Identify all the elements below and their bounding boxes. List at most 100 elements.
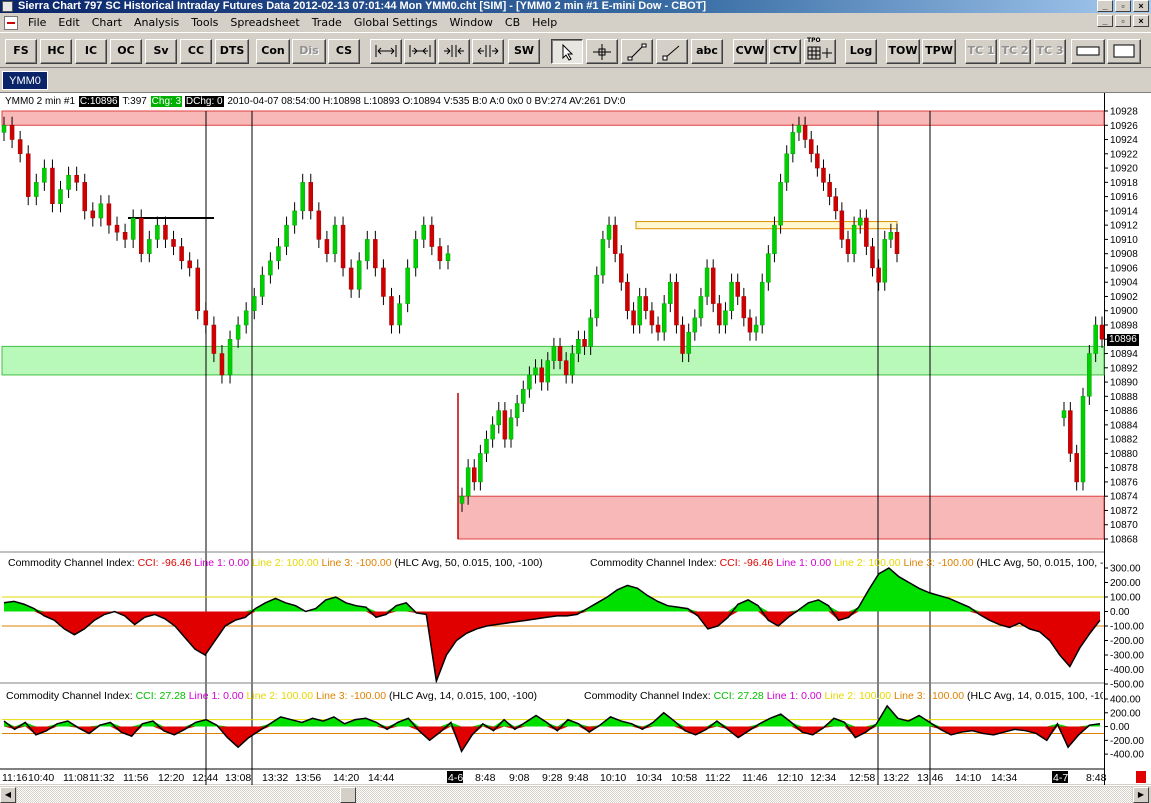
ctv-button[interactable]: CTV (769, 39, 801, 64)
candle-body (413, 239, 418, 269)
candle-body (668, 281, 673, 304)
candle-body (459, 495, 465, 504)
menu-help[interactable]: Help (526, 14, 563, 31)
minimize-button[interactable]: _ (1097, 0, 1113, 12)
tc1-button[interactable]: TC 1 (965, 39, 997, 64)
candle-body (106, 203, 112, 226)
menu-chart[interactable]: Chart (86, 14, 128, 31)
candle-body (429, 224, 435, 247)
oc-button[interactable]: OC (110, 39, 142, 64)
expand-bars-icon[interactable] (472, 39, 504, 64)
horizontal-scrollbar[interactable]: ◀ ▶ (0, 785, 1151, 803)
candle-body (203, 310, 209, 326)
tc2-button[interactable]: TC 2 (999, 39, 1031, 64)
tow-button[interactable]: TOW (886, 39, 920, 64)
menu-cb[interactable]: CB (499, 14, 526, 31)
menu-window[interactable]: Window (444, 14, 499, 31)
cci14-line3: Line 3: -100.00 (316, 690, 387, 702)
log-button[interactable]: Log (845, 39, 877, 64)
cci50-tick-label: -300.00 (1110, 651, 1144, 662)
sv-button[interactable]: Sv (145, 39, 177, 64)
tpo-grid-button[interactable]: TPO (804, 37, 836, 64)
candle-body (729, 281, 734, 311)
price-tick-label: 10918 (1110, 178, 1138, 189)
price-tick-label: 10870 (1110, 520, 1138, 531)
time-tick-label: 9:08 (509, 772, 530, 784)
menu-tools[interactable]: Tools (185, 14, 224, 31)
candle-body (821, 167, 826, 183)
candle-body (521, 388, 526, 404)
candle-body (508, 417, 514, 440)
time-tick-label: 12:58 (849, 772, 875, 784)
cc-button[interactable]: CC (180, 39, 212, 64)
cci14-tick-label: 400.00 (1110, 695, 1141, 706)
candle-body (1087, 353, 1092, 397)
chart-area[interactable]: 10928 10926 10924 10922 10920 10918 10916 10914… (0, 92, 1151, 785)
maximize-button[interactable]: ▫ (1115, 0, 1131, 12)
menu-edit[interactable]: Edit (52, 14, 85, 31)
tc3-button[interactable]: TC 3 (1034, 39, 1066, 64)
candle-body (1099, 324, 1105, 340)
time-tick-label: 8:48 (1086, 772, 1107, 784)
scroll-track[interactable] (17, 787, 1132, 803)
candle-body (741, 296, 747, 319)
line-style-thin-icon[interactable] (1071, 39, 1105, 64)
cci50-title-repeat: Commodity Channel Index: (590, 557, 717, 569)
candle-body (58, 189, 63, 204)
mdi-minimize-button[interactable]: _ (1097, 15, 1113, 27)
price-tick-label: 10880 (1110, 449, 1138, 460)
price-tick-label: 10894 (1110, 349, 1138, 360)
ray-tool-icon[interactable] (656, 39, 688, 64)
menu-analysis[interactable]: Analysis (128, 14, 185, 31)
candle-body (594, 274, 600, 319)
menu-trade[interactable]: Trade (306, 14, 348, 31)
dis-button[interactable]: Dis (292, 39, 326, 64)
ic-button[interactable]: IC (75, 39, 107, 64)
candle-body (484, 438, 489, 454)
price-tick-label: 10874 (1110, 492, 1138, 503)
cs-button[interactable]: CS (328, 39, 360, 64)
candle-body (698, 296, 704, 319)
text-tool-button[interactable]: abc (691, 39, 723, 64)
pointer-tool-icon[interactable] (551, 39, 583, 64)
chart-doc-icon[interactable] (4, 15, 18, 30)
time-tick-label: 10:34 (636, 772, 662, 784)
scroll-thumb[interactable] (340, 787, 356, 803)
price-tick-label: 10910 (1110, 235, 1138, 246)
candle-body (833, 196, 838, 212)
line-tool-icon[interactable] (621, 39, 653, 64)
mdi-restore-button[interactable]: ▫ (1115, 15, 1131, 27)
candle-body (661, 303, 667, 333)
price-tick-label: 10904 (1110, 278, 1138, 289)
candle-body (292, 210, 297, 226)
zoom-out-horizontal-icon[interactable] (370, 39, 402, 64)
cci14-line1-repeat: Line 1: 0.00 (766, 690, 822, 702)
mdi-close-button[interactable]: × (1133, 15, 1149, 27)
menu-bar: File Edit Chart Analysis Tools Spreadshe… (0, 13, 1151, 32)
zoom-in-horizontal-icon[interactable] (404, 39, 436, 64)
close-value-label: C:10896 (78, 96, 119, 107)
menu-global-settings[interactable]: Global Settings (348, 14, 444, 31)
sw-button[interactable]: SW (508, 39, 540, 64)
cvw-button[interactable]: CVW (733, 39, 767, 64)
time-tick-label: 12:34 (810, 772, 836, 784)
crosshair-tool-icon[interactable] (586, 39, 618, 64)
candle-body (300, 182, 305, 212)
scroll-left-icon[interactable]: ◀ (0, 787, 16, 803)
fs-button[interactable]: FS (5, 39, 37, 64)
chart-canvas[interactable]: 10928 10926 10924 10922 10920 10918 10916 10914… (0, 93, 1151, 785)
menu-spreadsheet[interactable]: Spreadsheet (224, 14, 305, 31)
candle-body (179, 246, 184, 262)
cci50-tick-label: -500.00 (1110, 680, 1144, 691)
con-button[interactable]: Con (256, 39, 290, 64)
scroll-right-icon[interactable]: ▶ (1133, 787, 1149, 803)
compress-bars-icon[interactable] (438, 39, 470, 64)
menu-file[interactable]: File (22, 14, 52, 31)
tab-ymm0[interactable]: YMM0 (2, 71, 48, 90)
dts-button[interactable]: DTS (215, 39, 249, 64)
tpw-button[interactable]: TPW (922, 39, 956, 64)
hc-button[interactable]: HC (40, 39, 72, 64)
close-button[interactable]: × (1133, 0, 1149, 12)
cci14-positive-area (4, 705, 1100, 727)
rectangle-tool-icon[interactable] (1107, 39, 1141, 64)
